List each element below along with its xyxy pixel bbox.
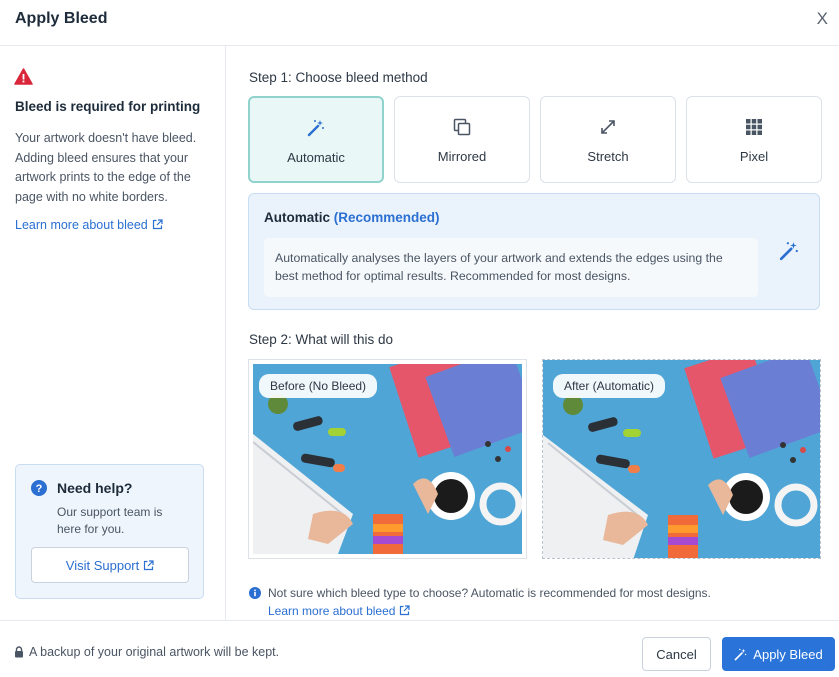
info-circle-icon (249, 587, 261, 599)
backup-notice: A backup of your original artwork will b… (29, 645, 280, 659)
dialog-footer: A backup of your original artwork will b… (0, 620, 839, 677)
info-method-name: Automatic (264, 210, 331, 225)
grid-icon (746, 119, 762, 135)
method-label: Automatic (287, 150, 345, 165)
help-title: Need help? (57, 480, 133, 496)
dialog-header: Apply Bleed X (0, 0, 839, 46)
note-learn-more-label: Learn more about bleed (268, 604, 396, 618)
help-text: Our support team is here for you. (57, 505, 163, 536)
bleed-method-options: Automatic Mirrored Stretch Pixel (248, 96, 822, 183)
learn-more-label: Learn more about bleed (15, 218, 148, 232)
method-label: Stretch (587, 149, 629, 164)
info-title: Automatic (Recommended) (264, 210, 440, 225)
step2-title: Step 2: What will this do (249, 332, 394, 347)
method-label: Mirrored (437, 149, 487, 164)
info-description: Automatically analyses the layers of you… (264, 238, 758, 297)
method-label: Pixel (739, 149, 769, 164)
preview-after-label: After (Automatic) (553, 374, 666, 398)
method-pixel[interactable]: Pixel (686, 96, 822, 183)
magic-wand-icon (307, 120, 324, 137)
warning-triangle-icon (14, 68, 33, 85)
method-info-panel: Automatic (Recommended) Automatically an… (248, 193, 820, 310)
help-circle-icon: ? (31, 480, 47, 496)
bleed-required-title: Bleed is required for printing (15, 99, 201, 114)
help-note: Not sure which bleed type to choose? Aut… (268, 586, 711, 600)
visit-support-label: Visit Support (65, 557, 140, 573)
close-button[interactable]: X (817, 9, 828, 29)
apply-bleed-button[interactable]: Apply Bleed (722, 637, 835, 671)
method-mirrored[interactable]: Mirrored (394, 96, 530, 183)
sidebar: Bleed is required for printing Your artw… (0, 46, 226, 620)
step1-title: Step 1: Choose bleed method (249, 70, 428, 85)
expand-arrows-icon (601, 120, 615, 134)
method-automatic[interactable]: Automatic (248, 96, 384, 183)
external-link-icon (152, 219, 163, 230)
method-stretch[interactable]: Stretch (540, 96, 676, 183)
visit-support-button[interactable]: Visit Support (31, 547, 189, 583)
note-learn-more-link[interactable]: Learn more about bleed (268, 604, 411, 618)
lock-icon (15, 646, 23, 658)
preview-after: After (Automatic) (542, 359, 821, 559)
magic-wand-icon (734, 648, 747, 660)
preview-before-label: Before (No Bleed) (259, 374, 378, 398)
help-box: ? Need help? Our support team is here fo… (15, 464, 204, 599)
dialog-title: Apply Bleed (15, 10, 108, 27)
copy-icon (453, 118, 471, 136)
preview-before: Before (No Bleed) (248, 359, 527, 559)
apply-bleed-label: Apply Bleed (753, 646, 823, 662)
svg-text:?: ? (36, 483, 43, 495)
external-link-icon (144, 559, 154, 570)
cancel-button[interactable]: Cancel (642, 637, 711, 671)
learn-more-link[interactable]: Learn more about bleed (15, 218, 163, 232)
bleed-description: Your artwork doesn't have bleed. Adding … (15, 131, 197, 204)
main-panel: Step 1: Choose bleed method Automatic Mi… (227, 46, 839, 620)
external-link-icon (400, 605, 411, 616)
magic-wand-icon (779, 242, 798, 261)
recommended-badge: (Recommended) (333, 210, 440, 225)
